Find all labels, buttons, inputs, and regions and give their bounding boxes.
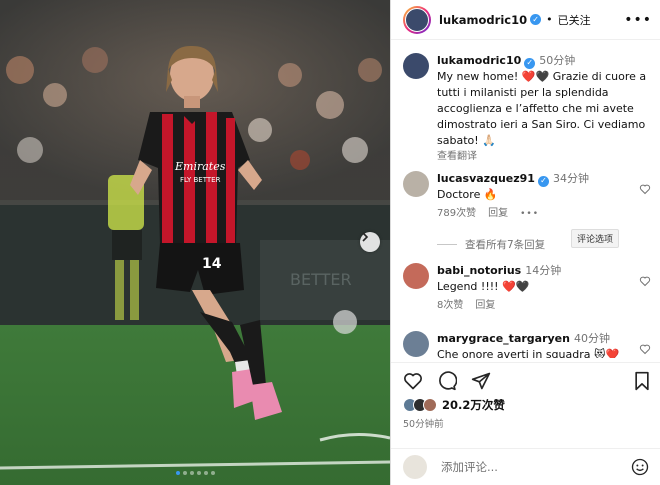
comment-username[interactable]: marygrace_targaryen	[437, 332, 570, 345]
more-options-icon[interactable]: •••	[624, 12, 652, 28]
comment-time: 14分钟	[525, 264, 562, 277]
caption-username[interactable]: lukamodric10	[437, 54, 521, 67]
post-header: lukamodric10 ✓ • 已关注 •••	[391, 0, 660, 40]
comments-list: lukamodric10 ✓ 50分钟 My new home! ❤️🖤 Grazi…	[391, 41, 660, 358]
like-comment-heart-icon[interactable]	[639, 275, 651, 287]
post-photo[interactable]: BETTER Emirates FLY BETTER 14	[0, 0, 390, 485]
comment-text: Che onore averti in squadra 😻❤️	[437, 348, 620, 358]
avatar[interactable]	[403, 171, 429, 197]
author-username[interactable]: lukamodric10	[439, 13, 527, 27]
carousel-dot	[210, 471, 215, 475]
caption-text: My new home! ❤️🖤 Grazie di cuore a tutti…	[437, 70, 647, 147]
football-player-image: BETTER Emirates FLY BETTER 14	[0, 0, 390, 485]
post-caption: lukamodric10 ✓ 50分钟 My new home! ❤️🖤 Grazi…	[403, 53, 651, 165]
carousel-dot	[203, 471, 208, 475]
emoji-smiley-icon[interactable]	[631, 458, 649, 476]
avatar	[403, 455, 427, 479]
comment-like-count[interactable]: 789次赞	[437, 208, 476, 219]
carousel-dot	[196, 471, 201, 475]
comment-bubble-icon[interactable]	[437, 371, 457, 391]
svg-text:BETTER: BETTER	[290, 270, 352, 289]
avatar[interactable]	[403, 263, 429, 289]
avatar[interactable]	[403, 331, 429, 357]
caption-time: 50分钟	[539, 54, 576, 67]
comment-text: Doctore 🔥	[437, 188, 498, 201]
reply-button[interactable]: 回复	[475, 300, 495, 311]
chevron-right-icon	[362, 232, 369, 242]
verified-badge-icon: ✓	[537, 175, 549, 187]
jersey-sponsor: Emirates	[174, 160, 226, 173]
like-comment-heart-icon[interactable]	[639, 183, 651, 195]
post-timestamp: 50分钟前	[403, 419, 444, 430]
carousel-dot	[182, 471, 187, 475]
likes-summary[interactable]: 20.2万次赞	[403, 397, 505, 413]
carousel-dot	[175, 471, 180, 475]
comment-like-count[interactable]: 8次赞	[437, 300, 463, 311]
divider	[437, 244, 457, 245]
post-side-panel: lukamodric10 ✓ • 已关注 ••• lukamodric10 ✓ 50…	[390, 0, 660, 485]
jersey-number: 14	[202, 256, 222, 272]
next-photo-button[interactable]	[360, 232, 380, 252]
save-bookmark-icon[interactable]	[633, 371, 651, 391]
view-replies-label: 查看所有7条回复	[465, 239, 546, 251]
post-actions-bar	[391, 362, 660, 396]
comment-options-icon[interactable]: •••	[520, 209, 539, 219]
comment-text: Legend !!!! ❤️🖤	[437, 280, 530, 293]
comment-options-tooltip: 评论选项	[571, 229, 620, 248]
svg-text:FLY BETTER: FLY BETTER	[180, 176, 221, 184]
carousel-dot	[189, 471, 194, 475]
reply-button[interactable]: 回复	[488, 208, 508, 219]
share-send-icon[interactable]	[471, 371, 491, 391]
comment-item: lucasvazquez91 ✓ 34分钟 Doctore 🔥 789次赞 回复 •••	[403, 171, 651, 222]
like-count[interactable]: 20.2万次赞	[442, 397, 505, 413]
comment-item: babi_notorius 14分钟 Legend !!!! ❤️🖤 8次赞 回复	[403, 263, 651, 314]
view-replies-link[interactable]: 查看所有7条回复	[437, 237, 545, 252]
following-status-button[interactable]: 已关注	[558, 12, 591, 28]
see-translation-link[interactable]: 查看翻译	[437, 151, 477, 162]
comment-time: 40分钟	[573, 332, 610, 345]
comment-item: marygrace_targaryen 40分钟 Che onore averti…	[403, 331, 651, 358]
instagram-post-modal: BETTER Emirates FLY BETTER 14 lukamodric…	[0, 0, 660, 485]
comment-time: 34分钟	[552, 172, 589, 185]
avatar[interactable]	[403, 5, 431, 34]
comment-input[interactable]	[441, 460, 631, 474]
verified-badge-icon: ✓	[530, 14, 542, 25]
avatar	[423, 398, 437, 412]
add-comment-bar	[391, 448, 660, 485]
verified-badge-icon: ✓	[524, 57, 536, 69]
like-heart-icon[interactable]	[403, 371, 423, 391]
comment-username[interactable]: babi_notorius	[437, 264, 521, 277]
like-comment-heart-icon[interactable]	[639, 343, 651, 355]
carousel-indicators	[0, 471, 390, 475]
comment-username[interactable]: lucasvazquez91	[437, 172, 535, 185]
avatar[interactable]	[403, 53, 429, 79]
separator-dot: •	[546, 13, 553, 26]
